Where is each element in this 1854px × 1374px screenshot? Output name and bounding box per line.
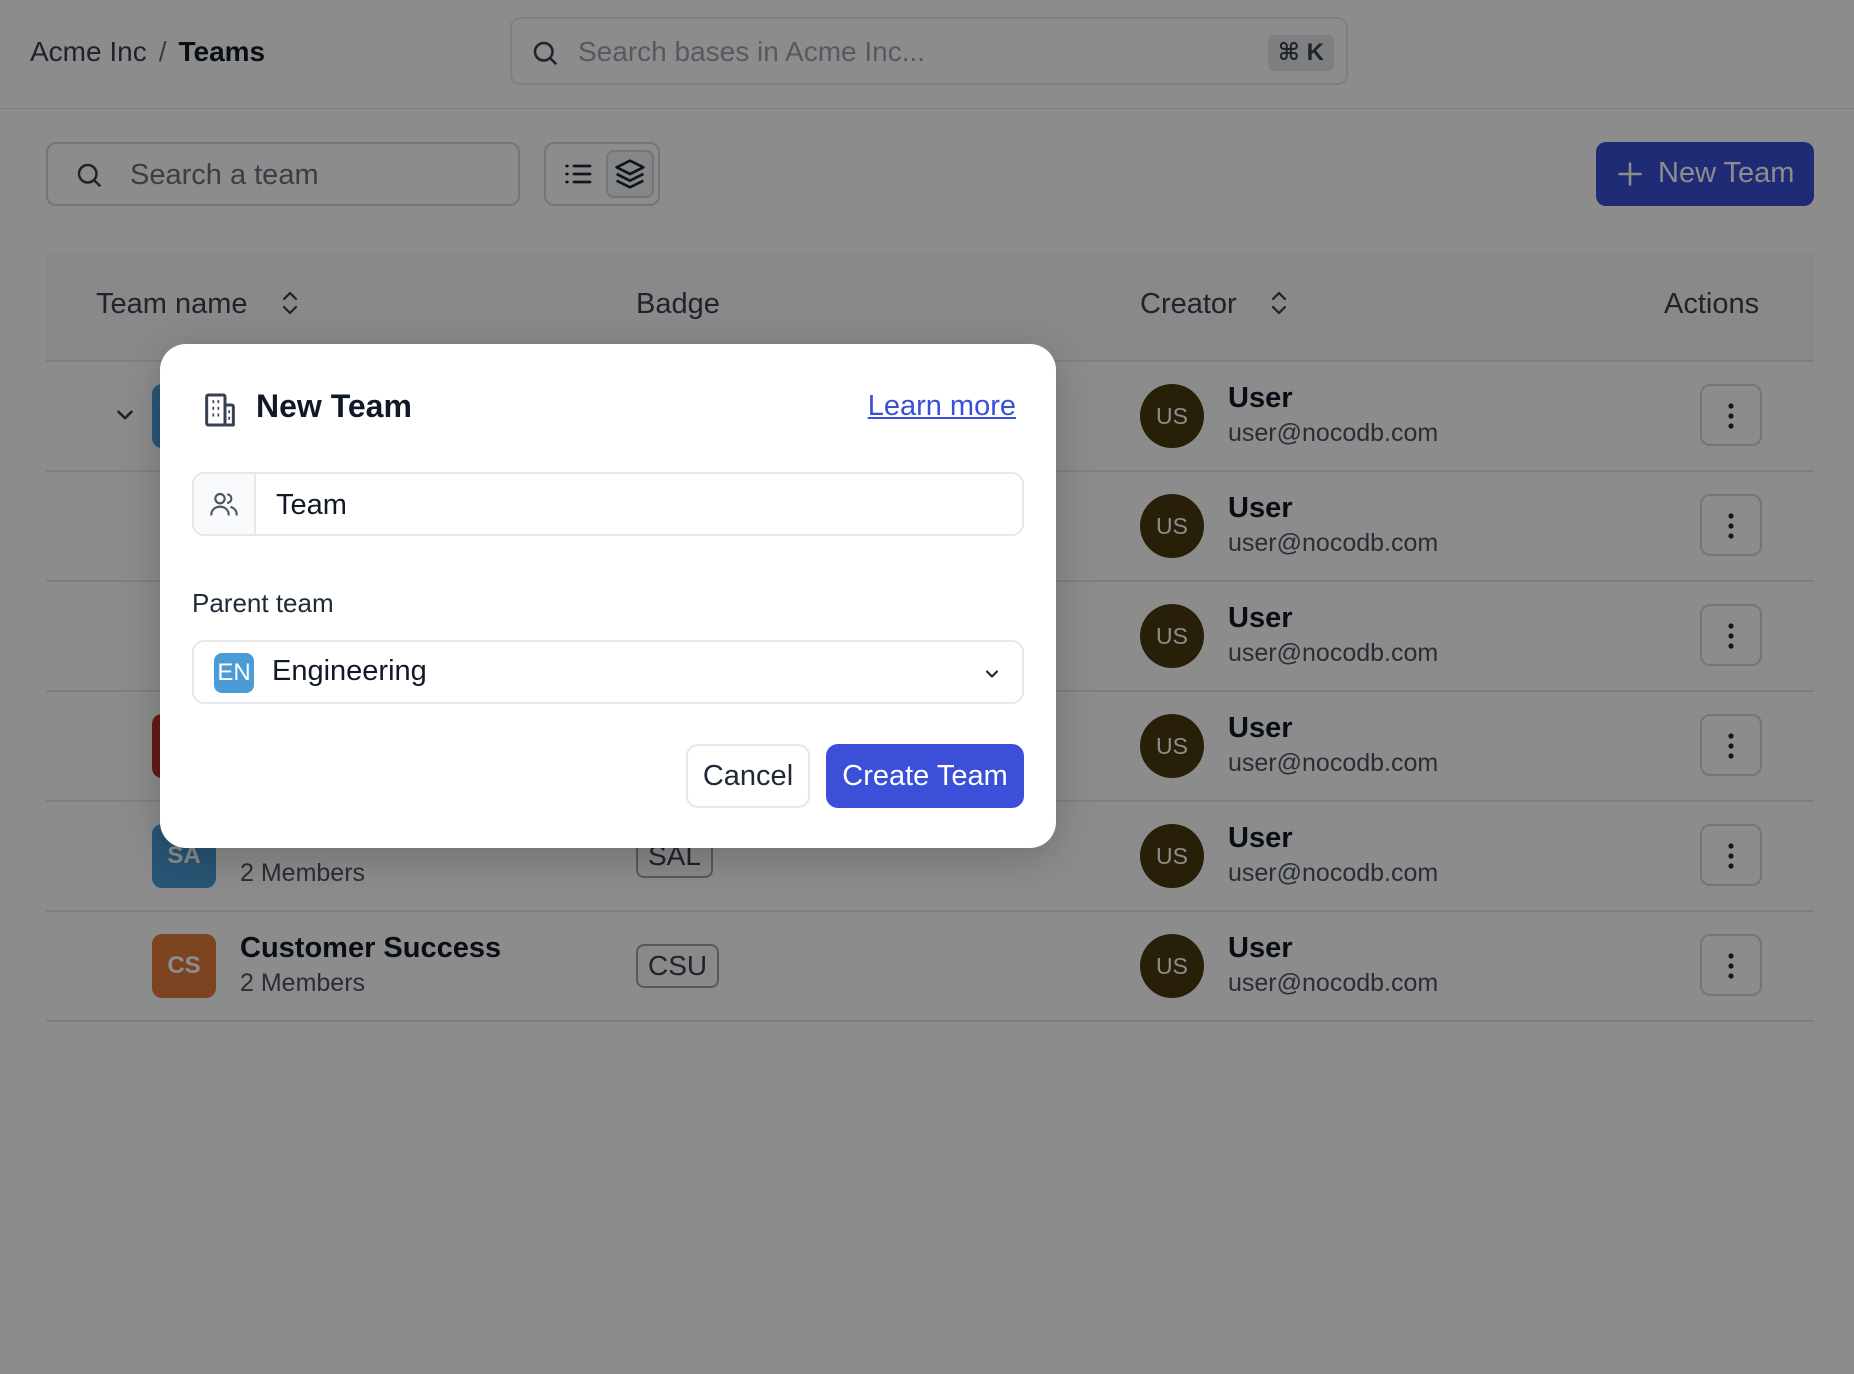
parent-team-select[interactable]: EN Engineering xyxy=(192,640,1024,704)
parent-team-label: Parent team xyxy=(192,588,334,618)
new-team-modal: New Team Learn more Parent team EN Engin… xyxy=(160,344,1056,848)
parent-team-value: Engineering xyxy=(272,655,427,687)
team-name-field[interactable] xyxy=(192,472,1024,536)
building-icon xyxy=(205,393,235,427)
cancel-button[interactable]: Cancel xyxy=(686,744,810,808)
create-team-button[interactable]: Create Team xyxy=(826,744,1024,808)
learn-more-link[interactable]: Learn more xyxy=(868,390,1016,423)
chevron-down-icon xyxy=(985,670,999,678)
users-icon xyxy=(210,492,238,516)
team-name-prefix xyxy=(194,474,256,534)
parent-team-avatar: EN xyxy=(214,653,254,693)
modal-title: New Team xyxy=(256,388,412,424)
team-name-input[interactable] xyxy=(274,484,998,526)
